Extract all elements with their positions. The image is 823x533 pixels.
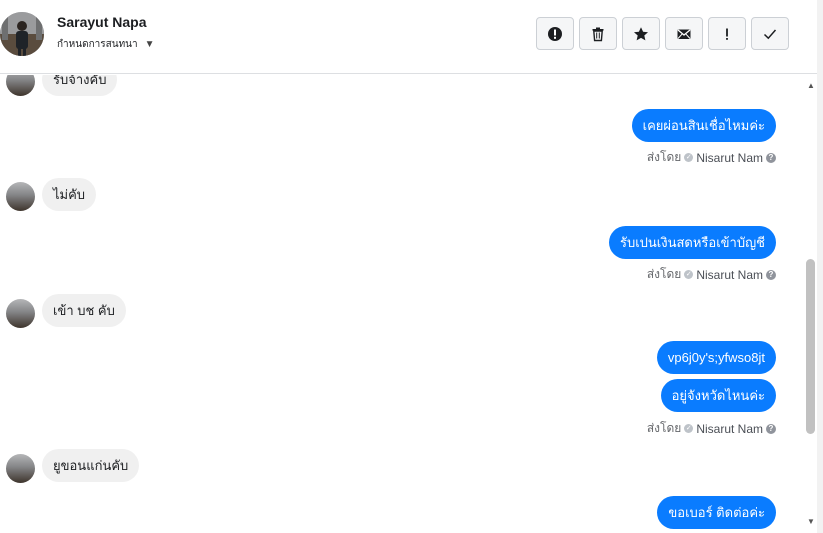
exclamation-icon — [726, 28, 728, 40]
agent-name: Nisarut Nam — [696, 267, 763, 282]
contact-avatar-small — [6, 454, 35, 483]
mail-icon — [677, 29, 691, 39]
conversation-header: Sarayut Napa กำหนดการสนทนา ▼ — [0, 0, 823, 74]
mark-done-button[interactable] — [751, 17, 789, 50]
agent-name: Nisarut Nam — [696, 150, 763, 165]
check-circle-icon: ✓ — [684, 270, 694, 279]
outgoing-message[interactable]: อยู่จังหวัดไหนค่ะ — [660, 379, 776, 412]
sent-by-prefix: ส่งโดย — [646, 267, 682, 281]
help-icon[interactable]: ? — [766, 423, 776, 434]
star-icon — [634, 26, 648, 40]
trash-icon — [592, 27, 604, 41]
conversation-window: Sarayut Napa กำหนดการสนทนา ▼ รับจ้างคับ … — [0, 0, 823, 533]
incoming-message[interactable]: เข้า บช คับ — [42, 294, 126, 327]
mark-important-button[interactable] — [708, 17, 746, 50]
contact-avatar-small — [6, 75, 35, 96]
incoming-message[interactable]: ยูขอนแก่นคับ — [42, 449, 140, 482]
sent-by-label: ส่งโดย ✓ Nisarut Nam ? — [647, 265, 776, 284]
check-circle-icon: ✓ — [684, 424, 694, 433]
incoming-message[interactable]: รับจ้างคับ — [42, 75, 118, 96]
outgoing-message[interactable]: เคยผ่อนสินเชื่อไหมค่ะ — [631, 109, 776, 142]
check-icon — [763, 29, 777, 39]
mark-unread-button[interactable] — [665, 17, 703, 50]
alert-circle-icon — [548, 26, 562, 41]
caret-down-icon: ▼ — [144, 39, 155, 50]
scroll-down-arrow-icon[interactable]: ▼ — [805, 517, 817, 527]
message-list[interactable]: รับจ้างคับ เคยผ่อนสินเชื่อไหมค่ะ ส่งโดย … — [0, 75, 805, 533]
agent-name: Nisarut Nam — [696, 421, 763, 436]
outgoing-message[interactable]: vp6j0y's;yfwso8jt — [656, 341, 776, 374]
help-icon[interactable]: ? — [766, 152, 776, 163]
help-icon[interactable]: ? — [766, 269, 776, 280]
sent-by-label: ส่งโดย ✓ Nisarut Nam ? — [647, 419, 776, 438]
outgoing-message[interactable]: รับเปนเงินสดหรือเข้าบัญชี — [608, 226, 776, 259]
incoming-message[interactable]: ไม่คับ — [42, 178, 97, 211]
scroll-up-arrow-icon[interactable]: ▲ — [805, 81, 817, 91]
scrollbar[interactable]: ▲ ▼ — [805, 75, 817, 533]
toolbar — [536, 17, 789, 50]
star-button[interactable] — [622, 17, 660, 50]
window-edge — [817, 0, 823, 533]
contact-name: Sarayut Napa — [57, 14, 147, 30]
scrollbar-thumb[interactable] — [806, 259, 815, 434]
contact-avatar-small — [6, 299, 35, 328]
sent-by-prefix: ส่งโดย — [646, 150, 682, 164]
sent-by-prefix: ส่งโดย — [646, 421, 682, 435]
outgoing-message[interactable]: ขอเบอร์ ติดต่อค่ะ — [657, 496, 776, 529]
sent-by-label: ส่งโดย ✓ Nisarut Nam ? — [647, 148, 776, 167]
check-circle-icon: ✓ — [684, 153, 694, 162]
contact-avatar-small — [6, 182, 35, 211]
contact-avatar[interactable] — [0, 12, 44, 56]
conversation-settings-dropdown[interactable]: กำหนดการสนทนา ▼ — [57, 37, 155, 52]
report-button[interactable] — [536, 17, 574, 50]
conversation-settings-label: กำหนดการสนทนา — [57, 39, 138, 50]
delete-button[interactable] — [579, 17, 617, 50]
